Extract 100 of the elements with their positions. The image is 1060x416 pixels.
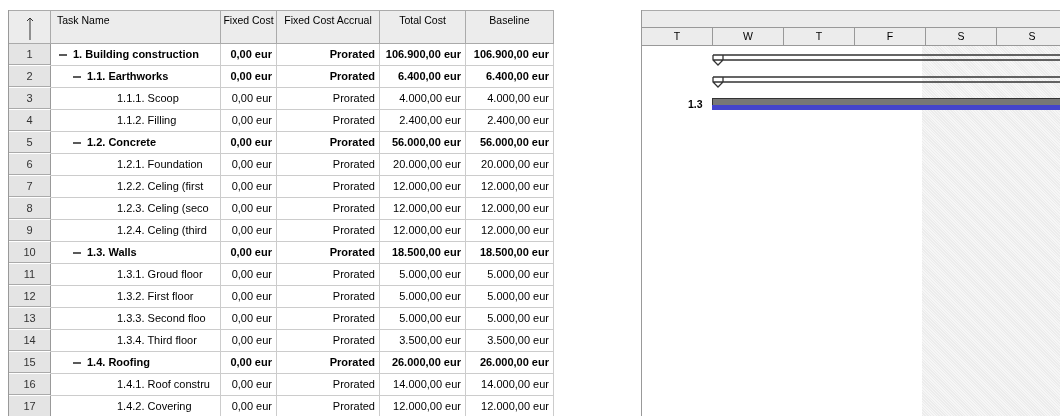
table-cell: 0,00 eur [221, 264, 277, 286]
column-header[interactable]: Fixed Cost [221, 10, 277, 44]
table-cell: 0,00 eur [221, 286, 277, 308]
table-cell: Prorated [277, 132, 380, 154]
row-number[interactable]: 2 [9, 66, 51, 88]
row-number[interactable]: 4 [9, 110, 51, 132]
table-cell: 3.500,00 eur [380, 330, 466, 352]
table-cell: 0,00 eur [221, 44, 277, 66]
table-cell: Prorated [277, 264, 380, 286]
table-cell: Prorated [277, 286, 380, 308]
table-cell: 5.000,00 eur [466, 308, 554, 330]
row-number[interactable]: 10 [9, 242, 51, 264]
table-cell: 0,00 eur [221, 110, 277, 132]
row-number[interactable]: 13 [9, 308, 51, 330]
table-cell: 106.900,00 eur [380, 44, 466, 66]
table-cell: 0,00 eur [221, 220, 277, 242]
table-cell: Prorated [277, 220, 380, 242]
task-name: 1. Building construction [73, 47, 199, 62]
table-cell: 5.000,00 eur [466, 264, 554, 286]
task-name: 1.1.2. Filling [117, 113, 177, 128]
day-label: F [855, 28, 926, 45]
task-name: 1.2. Concrete [87, 135, 157, 150]
task-name: 1.3.1. Groud floor [117, 267, 203, 282]
table-cell: Prorated [277, 66, 380, 88]
table-cell: 56.000,00 eur [380, 132, 466, 154]
table-cell: Prorated [277, 88, 380, 110]
table-cell: 14.000,00 eur [380, 374, 466, 396]
table-cell: 12.000,00 eur [466, 220, 554, 242]
table-cell: Prorated [277, 154, 380, 176]
table-cell: 0,00 eur [221, 308, 277, 330]
table-cell: 12.000,00 eur [466, 396, 554, 416]
table-cell: 106.900,00 eur [466, 44, 554, 66]
table-cell: 56.000,00 eur [466, 132, 554, 154]
row-number[interactable]: 11 [9, 264, 51, 286]
task-name: 1.3.2. First floor [117, 289, 194, 304]
day-label: S [926, 28, 997, 45]
column-header[interactable]: Fixed Cost Accrual [277, 10, 380, 44]
row-number[interactable]: 16 [9, 374, 51, 396]
table-cell: Prorated [277, 330, 380, 352]
day-label: W [713, 28, 784, 45]
day-label: T [642, 28, 713, 45]
row-number[interactable]: 1 [9, 44, 51, 66]
table-cell: 12.000,00 eur [380, 396, 466, 416]
table-cell: 4.000,00 eur [466, 88, 554, 110]
row-number[interactable]: 14 [9, 330, 51, 352]
row-number[interactable]: 12 [9, 286, 51, 308]
table-cell: 5.000,00 eur [466, 286, 554, 308]
row-number[interactable]: 9 [9, 220, 51, 242]
table-cell: 0,00 eur [221, 330, 277, 352]
table-cell: 0,00 eur [221, 132, 277, 154]
task-name: 1.2.3. Celing (seco [117, 201, 209, 216]
table-cell: 12.000,00 eur [380, 220, 466, 242]
table-cell: 6.400,00 eur [380, 66, 466, 88]
table-cell: 26.000,00 eur [380, 352, 466, 374]
table-cell: Prorated [277, 44, 380, 66]
table-cell: 6.400,00 eur [466, 66, 554, 88]
table-cell: 2.400,00 eur [380, 110, 466, 132]
table-cell: Prorated [277, 198, 380, 220]
table-cell: 12.000,00 eur [380, 176, 466, 198]
table-cell: Prorated [277, 242, 380, 264]
row-number[interactable]: 3 [9, 88, 51, 110]
table-cell: 0,00 eur [221, 352, 277, 374]
table-cell: 0,00 eur [221, 176, 277, 198]
summary-bar[interactable] [712, 76, 1060, 88]
task-name: 1.2.2. Celing (first [117, 179, 204, 194]
task-bar[interactable] [712, 98, 1060, 110]
task-name: 1.3.4. Third floor [117, 333, 197, 348]
row-number[interactable]: 6 [9, 154, 51, 176]
table-cell: 0,00 eur [221, 396, 277, 416]
table-cell: 18.500,00 eur [466, 242, 554, 264]
column-header[interactable]: Baseline [466, 10, 554, 44]
task-name: 1.2.4. Celing (third [117, 223, 207, 238]
row-number[interactable]: 8 [9, 198, 51, 220]
table-cell: Prorated [277, 352, 380, 374]
table-cell: 5.000,00 eur [380, 308, 466, 330]
task-name: 1.2.1. Foundation [117, 157, 203, 172]
table-cell: 12.000,00 eur [380, 198, 466, 220]
table-cell: Prorated [277, 396, 380, 416]
table-cell: Prorated [277, 110, 380, 132]
table-cell: 20.000,00 eur [466, 154, 554, 176]
table-cell: 12.000,00 eur [466, 198, 554, 220]
table-cell: Prorated [277, 374, 380, 396]
task-name: 1.3.3. Second floo [117, 311, 206, 326]
table-cell: 12.000,00 eur [466, 176, 554, 198]
day-label: T [784, 28, 855, 45]
row-number[interactable]: 17 [9, 396, 51, 416]
table-cell: 14.000,00 eur [466, 374, 554, 396]
column-header[interactable]: Task Name [51, 10, 221, 44]
table-cell: 2.400,00 eur [466, 110, 554, 132]
table-cell: Prorated [277, 308, 380, 330]
task-name: 1.1.1. Scoop [117, 91, 179, 106]
summary-bar[interactable] [712, 54, 1060, 66]
resize-cursor-icon [24, 18, 35, 40]
row-number[interactable]: 5 [9, 132, 51, 154]
task-name: 1.4.2. Covering [117, 399, 192, 414]
row-number[interactable]: 15 [9, 352, 51, 374]
row-number[interactable]: 7 [9, 176, 51, 198]
table-cell: 5.000,00 eur [380, 286, 466, 308]
column-header[interactable]: Total Cost [380, 10, 466, 44]
table-cell: Prorated [277, 176, 380, 198]
